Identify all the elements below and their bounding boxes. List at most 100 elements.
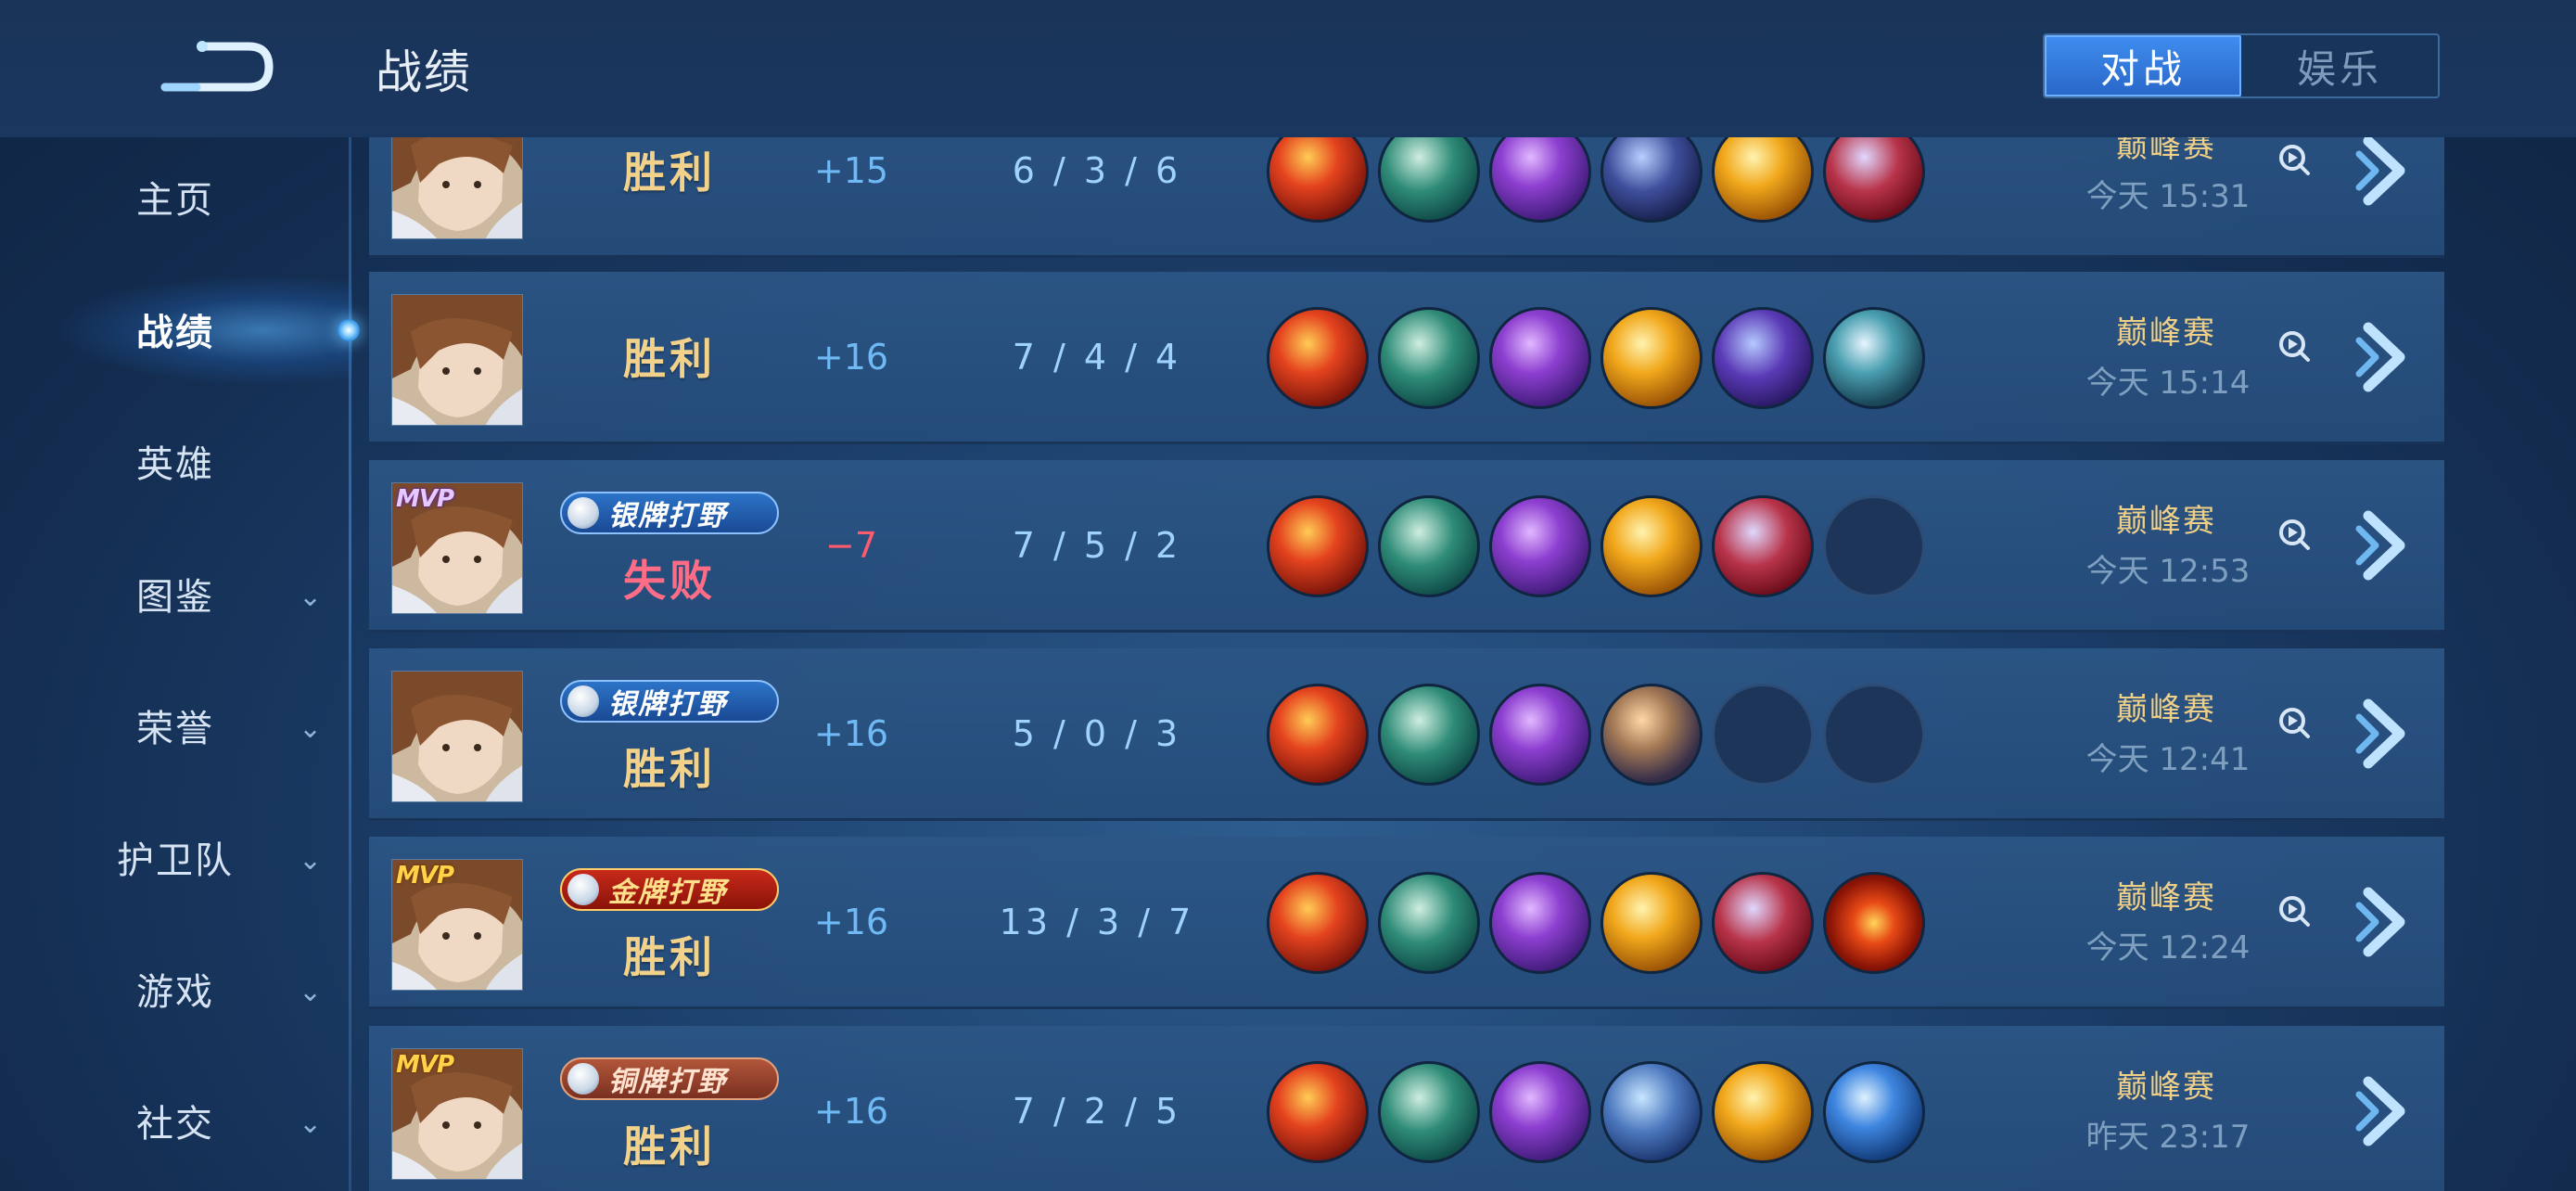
rank-points-change: +16 — [813, 713, 889, 754]
sidebar-item-guard-team[interactable]: 护卫队 ⌄ — [0, 811, 351, 903]
chevron-right-icon[interactable] — [2352, 508, 2417, 583]
match-result: 胜利 — [623, 147, 716, 198]
match-timestamp: 今天 12:53 — [2085, 553, 2251, 590]
rank-points-change: +16 — [813, 337, 889, 378]
replay-icon[interactable] — [2277, 329, 2311, 363]
chevron-right-icon[interactable] — [2352, 320, 2417, 394]
game-mode-label: 巅峰赛 — [2116, 314, 2216, 352]
equipment-sky-icon — [1600, 1061, 1702, 1163]
chevron-down-icon: ⌄ — [299, 581, 323, 613]
sidebar-item-games[interactable]: 游戏 ⌄ — [0, 942, 351, 1035]
match-timestamp: 今天 12:24 — [2085, 929, 2251, 967]
rank-badge-label: 铜牌打野 — [608, 1066, 727, 1098]
mvp-badge: MVP — [396, 1051, 454, 1079]
chevron-right-icon[interactable] — [2352, 1074, 2417, 1148]
kda-stats: 7 / 2 / 5 — [1012, 1091, 1182, 1132]
hero-portrait-art — [392, 137, 522, 238]
position-rank-badge: 银牌打野 — [560, 680, 779, 723]
replay-icon[interactable] — [2277, 706, 2311, 739]
chevron-right-icon[interactable] — [2352, 885, 2417, 959]
rank-points-change: +16 — [813, 902, 889, 942]
chevron-down-icon: ⌄ — [299, 1108, 323, 1140]
equipment-crimson-icon — [1712, 495, 1814, 597]
hero-portrait: MVP — [391, 1048, 523, 1180]
sidebar-item-label: 荣誉 — [136, 708, 214, 750]
equipment-purple-icon — [1489, 495, 1591, 597]
tab-battle[interactable]: 对战 — [2045, 35, 2241, 96]
rank-points-change: +15 — [813, 150, 889, 191]
match-row[interactable]: MVP 铜牌打野 胜利 +16 7 / 2 / 5 巅峰赛 昨天 23:17 — [369, 1026, 2444, 1191]
kda-stats: 7 / 5 / 2 — [1012, 525, 1182, 566]
rank-badge-label: 银牌打野 — [608, 688, 727, 721]
sidebar-item-label: 图鉴 — [136, 576, 214, 619]
game-mode-label: 巅峰赛 — [2116, 879, 2216, 916]
replay-icon[interactable] — [2277, 143, 2311, 176]
match-history-list: 胜利 +15 6 / 3 / 6 巅峰赛 今天 15:31 胜利 +16 7 / 4 / 4巅… — [369, 137, 2446, 1191]
game-mode-label: 巅峰赛 — [2116, 503, 2216, 540]
sidebar-item-records[interactable]: 战绩 — [0, 283, 351, 376]
equipment-blue-icon — [1823, 1061, 1925, 1163]
match-timestamp: 今天 12:41 — [2085, 741, 2251, 778]
position-rank-badge: 银牌打野 — [560, 492, 779, 534]
equipment-navy-icon — [1600, 137, 1702, 223]
match-row[interactable]: 胜利 +16 7 / 4 / 4 巅峰赛 今天 15:14 — [369, 272, 2444, 444]
match-row[interactable]: 胜利 +15 6 / 3 / 6 巅峰赛 今天 15:31 — [369, 137, 2444, 258]
hero-portrait: MVP — [391, 482, 523, 614]
equipment-purple-icon — [1489, 307, 1591, 409]
hero-portrait-art — [392, 672, 522, 801]
equipment-boot-icon — [1378, 872, 1480, 974]
sidebar-item-label: 社交 — [136, 1103, 214, 1146]
mvp-badge: MVP — [396, 485, 454, 513]
match-row[interactable]: MVP 银牌打野失败 −7 7 / 5 / 2 巅峰赛今天 12:53 — [369, 460, 2444, 633]
equipment-purple-icon — [1489, 684, 1591, 786]
equipment-fire-icon — [1823, 872, 1925, 974]
equipment-gold-icon — [1712, 1061, 1814, 1163]
sidebar-item-label: 英雄 — [136, 443, 214, 486]
match-result: 胜利 — [623, 744, 716, 794]
mvp-badge: MVP — [396, 862, 454, 890]
match-timestamp: 昨天 23:17 — [2085, 1119, 2251, 1156]
match-result: 失败 — [623, 556, 716, 606]
match-result: 胜利 — [623, 1121, 716, 1172]
kda-stats: 7 / 4 / 4 — [1012, 337, 1182, 378]
kda-stats: 5 / 0 / 3 — [1012, 713, 1182, 754]
equipment-purple-icon — [1489, 872, 1591, 974]
sidebar-item-social[interactable]: 社交 ⌄ — [0, 1074, 351, 1167]
match-timestamp: 今天 15:31 — [2085, 178, 2251, 215]
game-mode-label: 巅峰赛 — [2116, 691, 2216, 728]
equipment-boot-icon — [1378, 307, 1480, 409]
equipment-red-icon — [1267, 307, 1369, 409]
equipment-boot-icon — [1378, 137, 1480, 223]
empty-item-slot — [1823, 495, 1925, 597]
back-button[interactable] — [159, 32, 274, 96]
match-row[interactable]: 银牌打野胜利 +16 5 / 0 / 3 巅峰赛今天 12:41 — [369, 648, 2444, 821]
sidebar-item-honor[interactable]: 荣誉 ⌄ — [0, 679, 351, 772]
match-row[interactable]: MVP 金牌打野 胜利 +16 13 / 3 / 7 巅峰赛 今天 12:24 — [369, 837, 2444, 1009]
game-mode-label: 巅峰赛 — [2116, 137, 2216, 165]
kda-stats: 13 / 3 / 7 — [999, 902, 1195, 942]
replay-icon[interactable] — [2277, 518, 2311, 551]
sidebar-item-home[interactable]: 主页 — [0, 150, 351, 243]
sidebar-item-codex[interactable]: 图鉴 ⌄ — [0, 547, 351, 640]
replay-icon[interactable] — [2277, 894, 2311, 928]
chevron-right-icon[interactable] — [2352, 137, 2417, 208]
sidebar-item-label: 主页 — [136, 179, 214, 222]
sidebar-item-label: 战绩 — [136, 312, 214, 354]
mode-segmented-control: 对战 娱乐 — [2043, 33, 2440, 98]
equipment-teal-icon — [1823, 307, 1925, 409]
rank-emblem-icon — [567, 497, 599, 529]
top-bar: 战绩 对战 娱乐 — [0, 0, 2576, 137]
equipment-gold-icon — [1600, 872, 1702, 974]
equipment-armor-icon — [1600, 684, 1702, 786]
equipment-violet-icon — [1712, 307, 1814, 409]
chevron-right-icon[interactable] — [2352, 697, 2417, 771]
equipment-purple-icon — [1489, 1061, 1591, 1163]
rank-points-change: −7 — [824, 525, 878, 566]
sidebar-item-heroes[interactable]: 英雄 — [0, 415, 351, 507]
tab-entertainment[interactable]: 娱乐 — [2241, 35, 2438, 96]
hero-portrait — [391, 671, 523, 802]
equipment-purple-icon — [1489, 137, 1591, 223]
equipment-red-icon — [1267, 1061, 1369, 1163]
match-timestamp: 今天 15:14 — [2085, 365, 2251, 402]
equipment-crimson-icon — [1823, 137, 1925, 223]
